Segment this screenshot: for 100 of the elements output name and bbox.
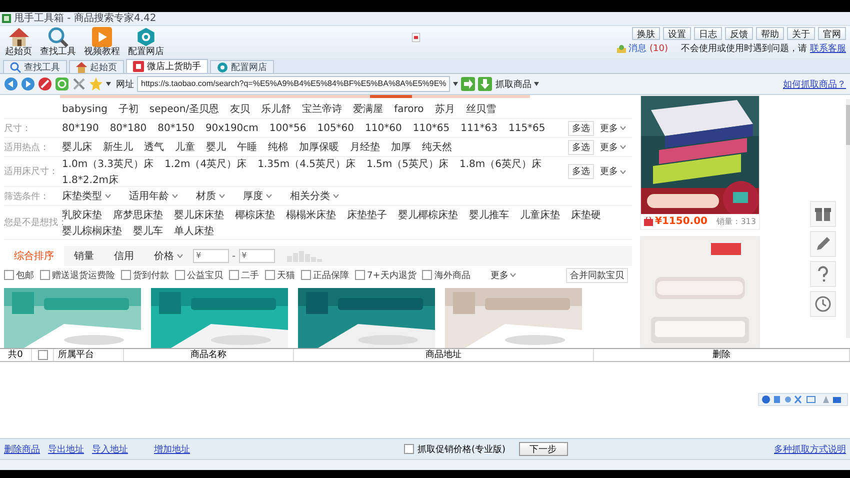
sort-option[interactable]: 销量 [64, 246, 104, 266]
checkbox[interactable] [404, 444, 414, 454]
filter-option[interactable]: 80*190 [62, 122, 99, 134]
suggestion-link[interactable]: 乳胶床垫 [62, 208, 102, 222]
multi-select-button[interactable]: 多选 [568, 120, 594, 136]
more-button[interactable]: 更多 [600, 122, 626, 134]
grab-button[interactable]: 抓取商品 [478, 77, 540, 91]
sort-option[interactable]: 信用 [104, 246, 144, 266]
suggestion-link[interactable]: 单人床垫 [174, 224, 214, 238]
filter-option[interactable]: 新生儿 [103, 140, 133, 154]
toolbar-button[interactable]: 换肤 [632, 27, 660, 40]
filter-option[interactable]: 110*60 [365, 122, 402, 134]
filter-option[interactable]: 加厚 [391, 140, 411, 154]
contact-link[interactable]: 联系客服 [810, 42, 846, 55]
toolbar-tool[interactable]: 起始页 [4, 26, 33, 58]
checkbox[interactable] [229, 270, 239, 280]
price-from-field[interactable]: ¥ [193, 249, 229, 264]
filter-option[interactable]: 1.5m（5英尺）床 [366, 156, 449, 171]
toolbar-button[interactable]: 设置 [663, 27, 691, 40]
url-field[interactable]: https://s.taobao.com/search?q=%E5%A9%B4%E5%84%BF%E5%BA%8A%E5%9E% [137, 76, 450, 92]
help-link[interactable]: 如何抓取商品？ [783, 78, 846, 90]
suggestion-link[interactable]: 婴儿床床垫 [174, 208, 224, 222]
brand-link[interactable]: sepeon/圣贝恩 [149, 102, 220, 116]
select-all-checkbox[interactable] [38, 350, 48, 360]
sidebar-button[interactable] [810, 201, 836, 227]
sidebar-button[interactable] [810, 261, 836, 287]
star-icon[interactable] [89, 77, 103, 91]
checkbox[interactable] [40, 270, 50, 280]
forward-icon[interactable] [21, 77, 35, 91]
condition-dropdown[interactable]: 材质 [196, 189, 225, 204]
stop-icon[interactable] [38, 77, 52, 91]
filter-option[interactable]: 午睡 [237, 140, 257, 154]
checkbox[interactable] [121, 270, 131, 280]
suggestion-link[interactable]: 榻榻米床垫 [286, 208, 336, 222]
brand-link[interactable]: 丝贝雪 [466, 102, 496, 116]
next-button[interactable]: 下一步 [518, 442, 568, 456]
suggestion-link[interactable]: 婴儿推车 [469, 208, 509, 222]
toolbar-button[interactable]: 帮助 [756, 27, 784, 40]
suggestion-link[interactable]: 婴儿车 [133, 224, 163, 238]
filter-option[interactable]: 儿童 [175, 140, 195, 154]
more-button[interactable]: 更多 [490, 268, 516, 282]
brand-link[interactable]: 苏月 [434, 102, 455, 116]
filter-option[interactable]: 1.8m（6英尺）床 [460, 156, 542, 171]
checkbox[interactable] [301, 270, 311, 280]
checkbox[interactable] [175, 270, 185, 280]
suggestion-link[interactable]: 儿童床垫 [520, 208, 560, 222]
checkbox[interactable] [355, 270, 365, 280]
toolbar-button[interactable]: 日志 [694, 27, 722, 40]
filter-option[interactable]: 1.35m（4.5英尺）床 [258, 156, 356, 171]
condition-dropdown[interactable]: 床垫类型 [62, 189, 111, 204]
more-button[interactable]: 更多 [600, 165, 626, 178]
filter-option[interactable]: 透气 [144, 140, 164, 154]
filter-option[interactable]: 月经垫 [350, 140, 380, 154]
merge-button[interactable]: 合并同款宝贝 [566, 268, 628, 283]
brand-link[interactable]: 子初 [118, 102, 138, 116]
suggestion-link[interactable]: 婴儿棕榈床垫 [62, 224, 122, 238]
filter-option[interactable]: 90x190cm [205, 122, 258, 134]
filter-option[interactable]: 1.0m（3.3英尺）床 [62, 156, 154, 171]
suggestion-link[interactable]: 床垫垫子 [347, 208, 387, 222]
brand-link[interactable]: 乐儿舒 [261, 102, 292, 116]
filter-option[interactable]: 纯天然 [422, 140, 452, 154]
tab[interactable]: 查找工具 [3, 60, 67, 73]
caret-icon[interactable] [453, 82, 458, 86]
toolbar-tool[interactable]: 配置网店 [127, 26, 165, 58]
caret-icon[interactable] [106, 82, 111, 86]
help-link[interactable]: 多种抓取方式说明 [774, 442, 846, 456]
brand-link[interactable]: 宝兰帝诗 [302, 102, 342, 116]
suggestion-link[interactable]: 席梦思床垫 [113, 208, 163, 222]
filter-option[interactable]: 105*60 [317, 122, 354, 134]
action-link[interactable]: 导入地址 [92, 442, 128, 456]
more-button[interactable]: 更多 [600, 140, 626, 154]
tab[interactable]: 配置网店 [210, 60, 274, 73]
toolbar-button[interactable]: 官网 [818, 27, 846, 40]
toolbar-button[interactable]: 关于 [787, 27, 815, 40]
suggestion-link[interactable]: 婴儿椰棕床垫 [398, 208, 458, 222]
checkbox[interactable] [265, 270, 275, 280]
filter-option[interactable]: 110*65 [412, 122, 450, 134]
message-link[interactable]: 消息 [628, 42, 647, 55]
multi-select-button[interactable]: 多选 [568, 140, 594, 154]
brand-link[interactable]: babysing [62, 104, 108, 114]
toolbar-tool[interactable]: 查找工具 [39, 26, 77, 58]
filter-option[interactable]: 婴儿床 [62, 140, 92, 154]
filter-option[interactable]: 80*150 [158, 122, 194, 134]
filter-option[interactable]: 115*65 [508, 122, 546, 134]
action-link[interactable]: 增加地址 [154, 442, 190, 456]
filter-option[interactable]: 1.8*2.2m床 [62, 172, 119, 187]
condition-dropdown[interactable]: 厚度 [243, 189, 272, 204]
filter-option[interactable]: 100*56 [269, 122, 306, 134]
filter-option[interactable]: 111*63 [460, 122, 498, 134]
action-link[interactable]: 删除商品 [4, 442, 40, 456]
toolbar-tool[interactable]: 视频教程 [83, 26, 121, 58]
sort-option[interactable]: 价格 [144, 246, 193, 266]
tools-icon[interactable] [72, 77, 86, 91]
suggestion-link[interactable]: 椰棕床垫 [235, 208, 275, 222]
filter-option[interactable]: 1.2m（4英尺）床 [164, 156, 247, 171]
action-link[interactable]: 导出地址 [48, 442, 84, 456]
price-to-field[interactable]: ¥ [238, 249, 275, 264]
sort-option[interactable]: 综合排序 [4, 246, 64, 266]
condition-dropdown[interactable]: 相关分类 [290, 189, 339, 204]
refresh-icon[interactable] [55, 77, 69, 91]
